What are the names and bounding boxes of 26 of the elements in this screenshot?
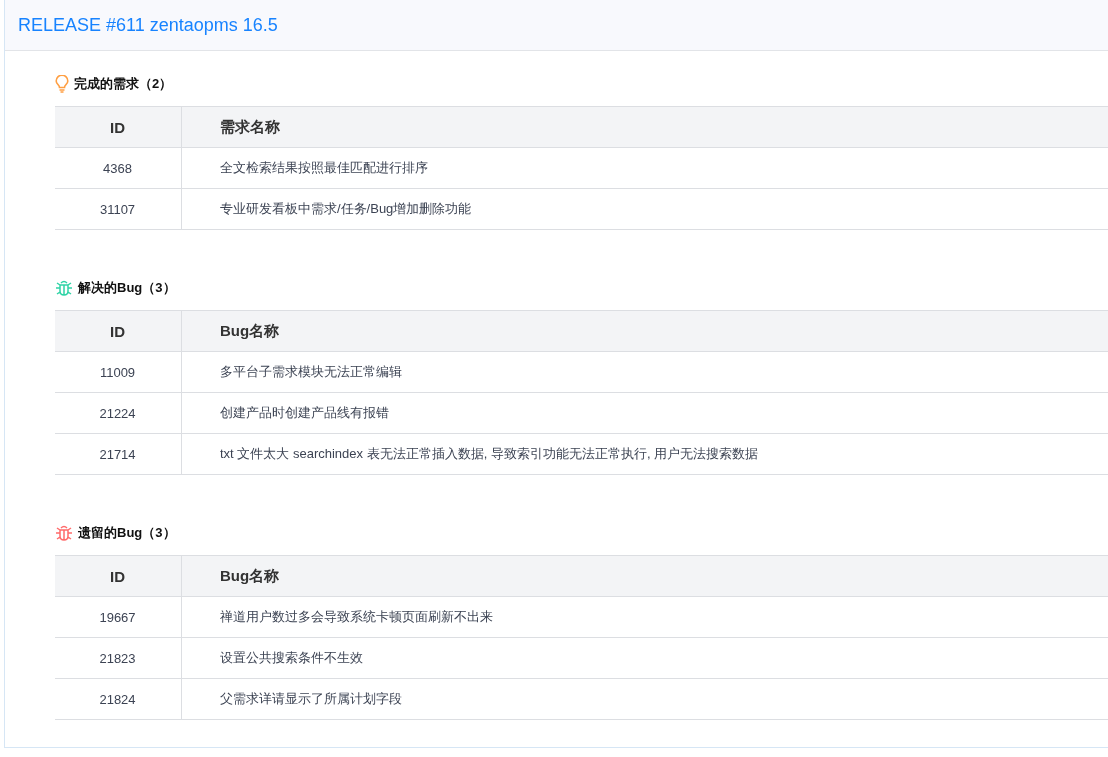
column-header: ID xyxy=(55,555,182,597)
id-cell: 11009 xyxy=(55,351,182,393)
name-cell: 父需求详请显示了所属计划字段 xyxy=(181,678,1108,720)
section-heading: 完成的需求（2） xyxy=(74,75,173,93)
id-cell: 4368 xyxy=(55,147,182,189)
name-cell: 禅道用户数过多会导致系统卡顿页面刷新不出来 xyxy=(181,596,1108,638)
release-title: RELEASE #611 zentaopms 16.5 xyxy=(18,14,278,36)
section-heading: 解决的Bug（3） xyxy=(78,279,176,297)
name-cell: 专业研发看板中需求/任务/Bug增加删除功能 xyxy=(181,188,1108,230)
name-cell: 全文检索结果按照最佳匹配进行排序 xyxy=(181,147,1108,189)
section-heading: 遗留的Bug（3） xyxy=(78,524,176,542)
column-header: Bug名称 xyxy=(181,555,1108,597)
column-header: ID xyxy=(55,106,182,148)
id-cell: 31107 xyxy=(55,188,182,230)
id-cell: 21224 xyxy=(55,392,182,434)
name-cell: txt 文件太大 searchindex 表无法正常插入数据, 导致索引功能无法正常执行, 用户无法搜索数据 xyxy=(181,433,1108,475)
id-cell: 19667 xyxy=(55,596,182,638)
name-cell: 设置公共搜索条件不生效 xyxy=(181,637,1108,679)
id-cell: 21823 xyxy=(55,637,182,679)
column-header: ID xyxy=(55,310,182,352)
column-header: Bug名称 xyxy=(181,310,1108,352)
name-cell: 创建产品时创建产品线有报错 xyxy=(181,392,1108,434)
id-cell: 21714 xyxy=(55,433,182,475)
name-cell: 多平台子需求模块无法正常编辑 xyxy=(181,351,1108,393)
column-header: 需求名称 xyxy=(181,106,1108,148)
id-cell: 21824 xyxy=(55,678,182,720)
